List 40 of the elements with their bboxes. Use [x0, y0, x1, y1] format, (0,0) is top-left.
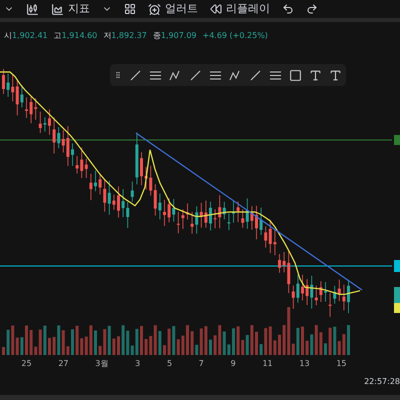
- axis-label: 13: [299, 358, 310, 370]
- price-tag: [394, 135, 400, 145]
- price-change: +4.69 (+0.25%): [202, 30, 268, 42]
- ohlc-value: 저1,892.37: [103, 30, 147, 42]
- layout-icon[interactable]: [124, 3, 136, 15]
- line-tool-icon[interactable]: [129, 68, 142, 82]
- line-tool-icon[interactable]: [269, 68, 282, 82]
- price-tag: [394, 260, 400, 272]
- text-icon[interactable]: [329, 68, 342, 82]
- ohlc-value: 종1,907.09: [152, 30, 196, 42]
- ohlc-value: 시1,902.41: [4, 30, 48, 42]
- indicators-button[interactable]: 지표: [51, 0, 90, 18]
- axis-label: 3: [135, 358, 140, 370]
- axis-label: 7: [198, 358, 204, 370]
- line-tool-icon[interactable]: [209, 68, 222, 82]
- clock: 22:57:28: [364, 376, 400, 388]
- ohlc-value: 고1,914.60: [54, 30, 98, 42]
- axis-label: 11: [262, 358, 273, 370]
- rectangle-icon[interactable]: [289, 68, 302, 82]
- axis-label: 15: [336, 358, 347, 370]
- line-tool-icon[interactable]: [189, 68, 202, 82]
- undo-icon[interactable]: [282, 3, 294, 15]
- alert-button[interactable]: 얼러트: [148, 0, 198, 18]
- candlestick-icon[interactable]: [26, 2, 39, 16]
- line-tool-icon[interactable]: [249, 68, 262, 82]
- drag-handle-icon[interactable]: [114, 71, 122, 79]
- line-tool-icon[interactable]: [149, 68, 162, 82]
- axis-label: 9: [230, 358, 236, 370]
- chart-icon: [51, 2, 64, 16]
- axis-label: 27: [58, 358, 68, 370]
- text-icon[interactable]: [309, 68, 322, 82]
- axis-label: 3월: [95, 358, 108, 370]
- axis-label: 5: [166, 358, 172, 370]
- replay-button[interactable]: 리플레이: [210, 0, 270, 18]
- axis-label: 25: [21, 358, 32, 370]
- rewind-icon: [210, 3, 222, 15]
- redo-icon[interactable]: [306, 3, 318, 15]
- line-tool-icon[interactable]: [229, 68, 242, 82]
- alarm-clock-icon: [148, 2, 161, 16]
- line-tool-icon[interactable]: [169, 68, 182, 82]
